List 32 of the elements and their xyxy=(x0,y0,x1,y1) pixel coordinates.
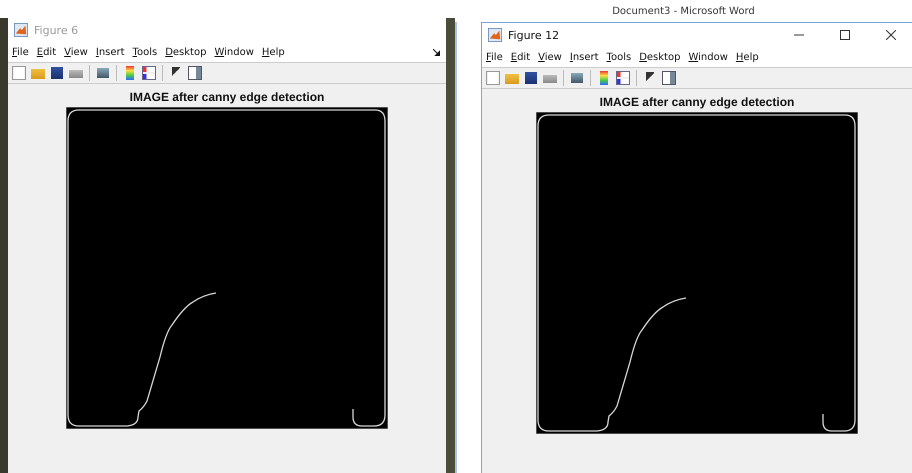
menu-item[interactable]: Window xyxy=(214,46,254,58)
window-title: Figure 6 xyxy=(34,24,78,36)
dock-arrow-icon[interactable] xyxy=(433,48,440,56)
menu-item[interactable]: Help xyxy=(262,46,285,58)
property-inspector-icon[interactable] xyxy=(187,65,203,81)
menu-item[interactable]: Desktop xyxy=(639,52,680,62)
legend-icon[interactable] xyxy=(615,70,631,86)
close-icon xyxy=(886,30,896,40)
window-title: Figure 12 xyxy=(508,28,560,42)
menu-item[interactable]: Tools xyxy=(132,46,158,58)
new-file-icon[interactable] xyxy=(485,70,501,86)
menu-item[interactable]: Window xyxy=(688,52,728,62)
menu-item[interactable]: Edit xyxy=(510,52,530,62)
property-inspector-icon[interactable] xyxy=(661,70,677,86)
maximize-icon xyxy=(840,30,850,40)
menu-item[interactable]: View xyxy=(538,52,562,62)
new-file-icon[interactable] xyxy=(11,65,27,81)
menu-item[interactable]: Tools xyxy=(606,52,632,62)
menu-item[interactable]: File xyxy=(486,52,503,62)
menu-item[interactable]: Insert xyxy=(96,46,125,58)
menu-item[interactable]: File xyxy=(12,46,29,58)
matlab-icon xyxy=(14,23,28,37)
menu-item[interactable]: Help xyxy=(736,52,759,62)
legend-icon[interactable] xyxy=(141,65,157,81)
menu-item[interactable]: Desktop xyxy=(165,46,206,58)
plot-title: IMAGE after canny edge detection xyxy=(600,95,794,109)
window-title: Document3 - Microsoft Word xyxy=(612,6,755,16)
menu-item[interactable]: Insert xyxy=(570,52,599,62)
plot-title: IMAGE after canny edge detection xyxy=(130,90,324,104)
matlab-icon xyxy=(488,28,502,42)
menu-item[interactable]: View xyxy=(64,46,88,58)
menu-item[interactable]: Edit xyxy=(36,46,56,58)
